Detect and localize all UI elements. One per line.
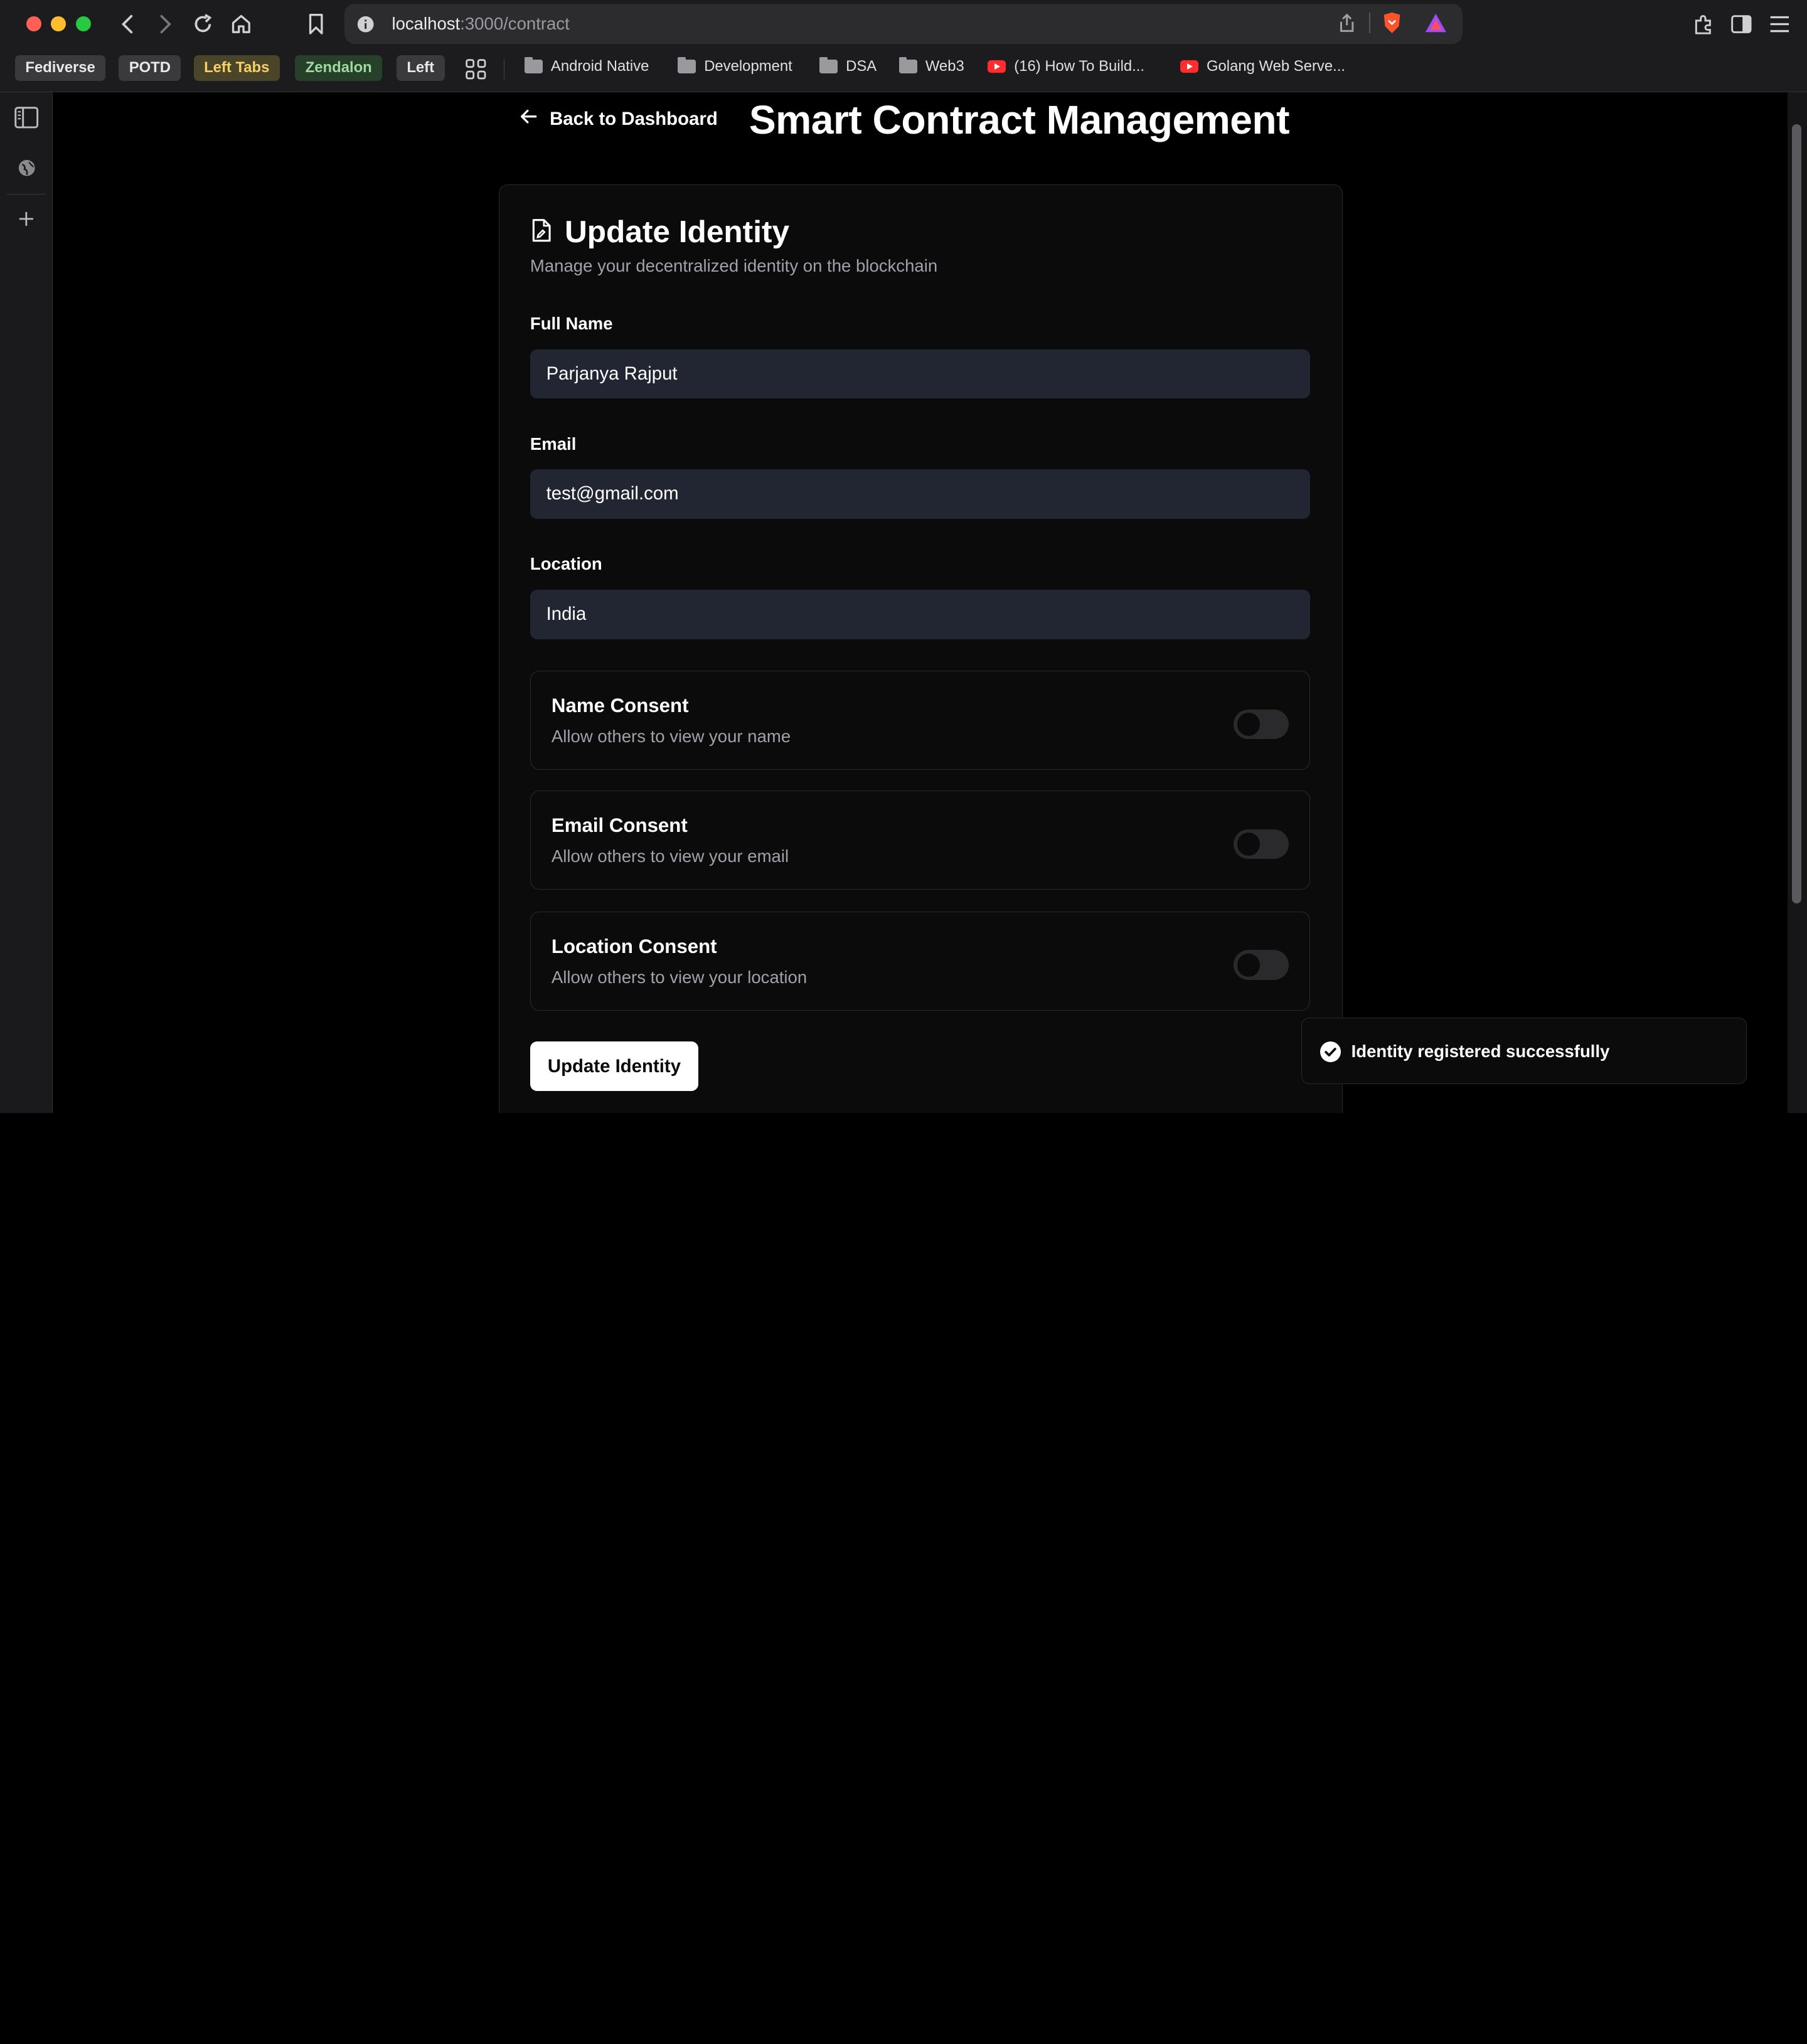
close-window-button[interactable] bbox=[26, 16, 42, 31]
location-input[interactable]: India bbox=[530, 590, 1311, 640]
location-label: Location bbox=[530, 554, 602, 574]
bookmark-chip-left-tabs[interactable]: Left Tabs bbox=[193, 55, 280, 81]
toggle-knob bbox=[1237, 713, 1261, 736]
card-subtitle: Manage your decentralized identity on th… bbox=[530, 255, 938, 275]
title-bar: localhost:3000/contract bbox=[0, 0, 1807, 49]
page-scrollbar[interactable] bbox=[1787, 92, 1807, 1114]
bookmark-dsa[interactable]: DSA bbox=[819, 57, 877, 75]
bookmark-chip-left[interactable]: Left bbox=[396, 55, 445, 81]
url-text: localhost:3000/contract bbox=[392, 14, 570, 34]
bookmark-development[interactable]: Development bbox=[677, 57, 792, 75]
name-consent-title: Name Consent bbox=[551, 694, 689, 716]
reload-icon[interactable] bbox=[190, 11, 215, 36]
location-consent-description: Allow others to view your location bbox=[551, 967, 808, 987]
location-consent-toggle[interactable] bbox=[1234, 950, 1289, 981]
email-consent-row: Email Consent Allow others to view your … bbox=[530, 790, 1311, 890]
plus-icon[interactable] bbox=[14, 206, 39, 232]
location-consent-title: Location Consent bbox=[551, 935, 717, 957]
sidebar-toggle-icon[interactable] bbox=[1729, 11, 1754, 36]
apps-grid-icon[interactable] bbox=[464, 58, 488, 86]
youtube-icon bbox=[1180, 60, 1199, 73]
minimize-window-button[interactable] bbox=[50, 16, 66, 31]
check-circle-icon bbox=[1320, 1041, 1341, 1062]
folder-icon bbox=[677, 57, 696, 73]
folder-icon bbox=[898, 57, 917, 73]
email-label: Email bbox=[530, 434, 577, 454]
bookmark-chip-fediverse[interactable]: Fediverse bbox=[14, 55, 106, 81]
back-arrow-icon[interactable] bbox=[115, 11, 141, 36]
scrollbar-thumb[interactable] bbox=[1792, 124, 1801, 903]
full-name-input[interactable]: Parjanya Rajput bbox=[530, 349, 1311, 399]
sidebar-panel-icon[interactable] bbox=[14, 105, 39, 130]
toggle-knob bbox=[1237, 833, 1261, 856]
success-toast: Identity registered successfully bbox=[1301, 1017, 1747, 1085]
bookmark-web3[interactable]: Web3 bbox=[898, 57, 964, 75]
bookmark-golang-web-server[interactable]: Golang Web Serve... bbox=[1180, 58, 1345, 75]
bookmark-android-native[interactable]: Android Native bbox=[524, 57, 649, 75]
bookmark-icon[interactable] bbox=[303, 11, 328, 36]
folder-icon bbox=[524, 57, 543, 73]
folder-icon bbox=[819, 57, 838, 73]
arrow-left-icon bbox=[520, 107, 538, 130]
toggle-knob bbox=[1237, 953, 1261, 977]
url-divider bbox=[1368, 13, 1370, 34]
name-consent-toggle[interactable] bbox=[1234, 709, 1289, 740]
share-icon[interactable] bbox=[1338, 13, 1356, 38]
browser-side-rail bbox=[0, 92, 53, 1114]
browser-window: localhost:3000/contract Fediverse POTD L… bbox=[0, 0, 1807, 1114]
toast-message: Identity registered successfully bbox=[1351, 1041, 1610, 1061]
bookmark-chip-zendalon[interactable]: Zendalon bbox=[295, 55, 383, 81]
email-consent-description: Allow others to view your email bbox=[551, 846, 789, 866]
email-consent-title: Email Consent bbox=[551, 814, 688, 836]
card-title: Update Identity bbox=[564, 213, 790, 249]
brave-rewards-icon[interactable] bbox=[1424, 13, 1447, 38]
maximize-window-button[interactable] bbox=[76, 16, 92, 31]
file-signature-icon bbox=[529, 218, 554, 243]
menu-icon[interactable] bbox=[1767, 11, 1792, 36]
page-title: Smart Contract Management bbox=[749, 97, 1290, 143]
name-consent-description: Allow others to view your name bbox=[551, 727, 791, 747]
update-identity-button[interactable]: Update Identity bbox=[530, 1041, 699, 1092]
site-info-icon[interactable] bbox=[356, 15, 375, 38]
home-icon[interactable] bbox=[228, 11, 253, 36]
location-consent-row: Location Consent Allow others to view yo… bbox=[530, 911, 1311, 1011]
bookmarks-bar: Fediverse POTD Left Tabs Zendalon Left A… bbox=[0, 48, 1807, 92]
email-input[interactable]: test@gmail.com bbox=[530, 469, 1311, 519]
bookmark-how-to-build[interactable]: (16) How To Build... bbox=[988, 58, 1144, 75]
forward-arrow-icon[interactable] bbox=[152, 11, 177, 36]
bookmark-chip-potd[interactable]: POTD bbox=[119, 55, 181, 81]
name-consent-row: Name Consent Allow others to view your n… bbox=[530, 670, 1311, 770]
bookmarks-divider bbox=[503, 58, 505, 80]
extensions-icon[interactable] bbox=[1690, 11, 1715, 36]
youtube-icon bbox=[988, 60, 1006, 73]
full-name-label: Full Name bbox=[530, 313, 613, 333]
back-link-label: Back to Dashboard bbox=[550, 108, 718, 129]
back-to-dashboard-link[interactable]: Back to Dashboard bbox=[520, 107, 718, 130]
rail-divider bbox=[7, 193, 46, 195]
email-consent-toggle[interactable] bbox=[1234, 829, 1289, 860]
brave-shield-icon[interactable] bbox=[1382, 11, 1402, 40]
address-bar[interactable]: localhost:3000/contract bbox=[344, 3, 1463, 44]
globe-icon[interactable] bbox=[14, 156, 39, 181]
